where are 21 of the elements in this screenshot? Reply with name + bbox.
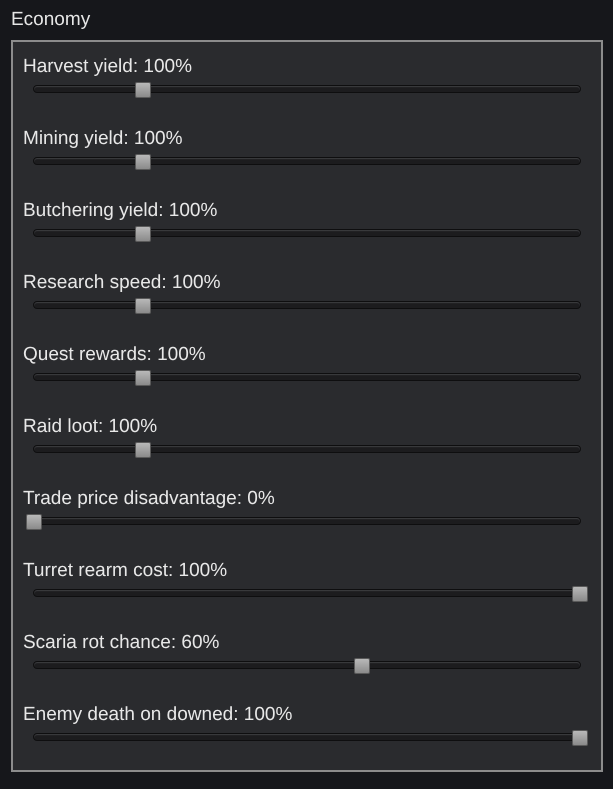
slider-thumb[interactable] [572, 586, 588, 602]
slider-label: Turret rearm cost: 100% [23, 560, 228, 582]
slider-thumb[interactable] [135, 82, 152, 98]
slider-thumb[interactable] [135, 226, 152, 242]
slider-thumb[interactable] [354, 658, 370, 674]
slider-label: Raid loot: 100% [23, 416, 158, 438]
slider-label: Quest rewards: 100% [23, 344, 207, 366]
slider-thumb[interactable] [135, 298, 152, 314]
slider-label: Mining yield: 100% [23, 128, 184, 150]
slider-label: Enemy death on downed: 100% [23, 704, 294, 726]
slider-label: Scaria rot chance: 60% [23, 632, 220, 654]
slider-label: Harvest yield: 100% [23, 56, 193, 78]
slider-thumb[interactable] [572, 730, 588, 746]
slider-thumb[interactable] [135, 370, 152, 386]
slider-label: Research speed: 100% [23, 272, 222, 294]
slider-thumb[interactable] [135, 154, 152, 170]
slider-label: Butchering yield: 100% [23, 200, 218, 222]
slider-thumb[interactable] [26, 514, 42, 530]
slider-thumb[interactable] [135, 442, 152, 458]
slider-label: Trade price disadvantage: 0% [23, 488, 276, 510]
section-title: Economy [11, 8, 92, 32]
